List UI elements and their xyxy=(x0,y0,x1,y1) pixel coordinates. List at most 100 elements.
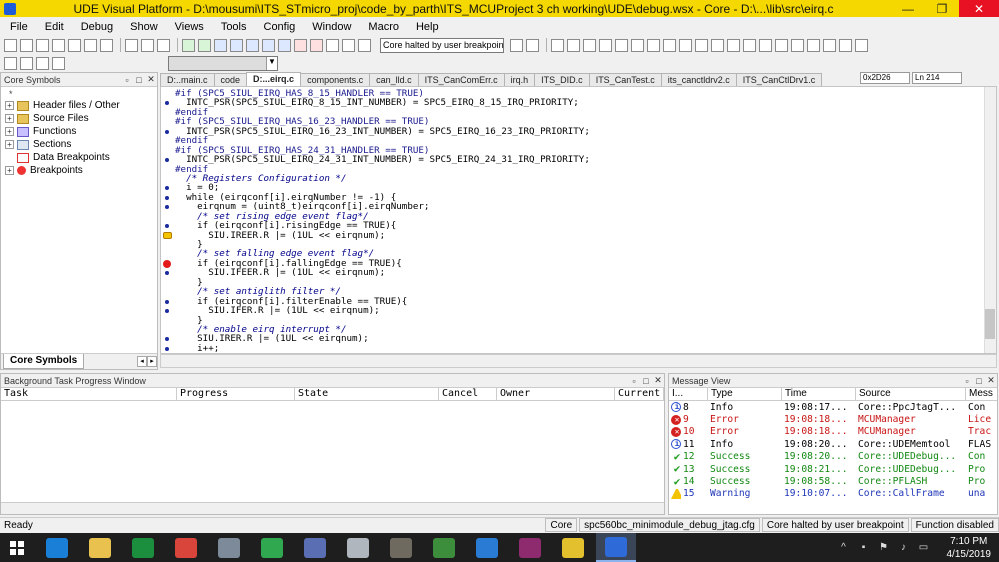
menu-tools[interactable]: Tools xyxy=(211,21,254,33)
table-view-icon[interactable] xyxy=(775,38,788,52)
new-file-icon[interactable] xyxy=(4,38,17,52)
taskbar-app-9[interactable] xyxy=(381,533,421,562)
editor-tab[interactable]: its_canctldrv2.c xyxy=(660,73,737,86)
step-line-icon[interactable] xyxy=(278,38,291,52)
code-line[interactable]: INTC_PSR(SPC5_SIUL_EIRQ_8_15_INT_NUMBER)… xyxy=(165,98,984,108)
tab-core-symbols[interactable]: Core Symbols xyxy=(3,354,85,369)
volume-icon[interactable]: ♪ xyxy=(897,542,911,554)
panel-float-icon[interactable]: □ xyxy=(640,376,652,386)
code-line[interactable]: SIU.IFEER.R |= (1UL << eirqnum); xyxy=(165,268,984,278)
taskbar-app-11[interactable] xyxy=(467,533,507,562)
script-icon[interactable] xyxy=(4,56,17,70)
connect-icon[interactable] xyxy=(342,38,355,52)
line-field[interactable]: Ln 214 xyxy=(912,72,962,84)
clock[interactable]: 7:10 PM 4/15/2019 xyxy=(947,535,992,561)
tree-item-breakpoints[interactable]: + Breakpoints xyxy=(1,164,157,177)
tree-root[interactable]: * xyxy=(1,87,157,99)
profiling-view-icon[interactable] xyxy=(679,38,692,52)
step-back-icon[interactable] xyxy=(262,38,275,52)
taskbar-app-6[interactable] xyxy=(252,533,292,562)
map-view-icon[interactable] xyxy=(791,38,804,52)
message-row[interactable]: i 8 Info 19:08:17... Core::PpcJtagT... Con xyxy=(669,401,997,413)
tools-view-icon[interactable] xyxy=(823,38,836,52)
executable-line-icon[interactable] xyxy=(165,299,169,304)
taskbar-app-5[interactable] xyxy=(209,533,249,562)
menu-show[interactable]: Show xyxy=(120,21,165,33)
tree-item-sections[interactable]: + Sections xyxy=(1,138,157,151)
expand-icon[interactable]: + xyxy=(5,127,14,136)
editor-horizontal-scrollbar[interactable] xyxy=(160,354,997,368)
code-line[interactable]: SIU.IRER.R |= (1UL << eirqnum); xyxy=(165,334,984,344)
tree-item-source-files[interactable]: + Source Files xyxy=(1,112,157,125)
task-horizontal-scrollbar[interactable] xyxy=(1,502,664,514)
register-view-icon[interactable] xyxy=(551,38,564,52)
column-header[interactable]: Time xyxy=(782,387,856,401)
current-line-arrow-icon[interactable] xyxy=(163,231,172,239)
column-header[interactable]: Mess xyxy=(966,388,997,401)
core-status-icon[interactable] xyxy=(510,38,523,52)
taskbar-ude[interactable] xyxy=(596,533,636,562)
editor-tab[interactable]: can_lld.c xyxy=(369,73,419,86)
chevron-left-icon[interactable]: ◂ xyxy=(137,356,147,367)
run-icon[interactable] xyxy=(182,38,195,52)
column-header[interactable]: State xyxy=(295,388,439,400)
executable-line-icon[interactable] xyxy=(165,195,169,200)
peripheral-view-icon[interactable] xyxy=(631,38,644,52)
panel-close-icon[interactable]: ✕ xyxy=(652,375,664,386)
tray-up-arrow-icon[interactable]: ^ xyxy=(837,542,851,554)
taskbar-calculator[interactable] xyxy=(295,533,335,562)
panel-float-icon[interactable]: □ xyxy=(133,75,145,85)
column-header[interactable]: Progress xyxy=(177,388,295,400)
editor-tab[interactable]: code xyxy=(213,73,248,86)
column-header[interactable]: Owner xyxy=(497,388,615,400)
taskbar-store[interactable] xyxy=(123,533,163,562)
column-header[interactable]: Cancel xyxy=(439,388,497,400)
taskbar-internet-explorer[interactable] xyxy=(37,533,77,562)
address-field[interactable]: 0x2D26 xyxy=(860,72,910,84)
panel-restore-icon[interactable]: ▫ xyxy=(628,376,640,386)
print-icon[interactable] xyxy=(84,38,97,52)
menu-macro[interactable]: Macro xyxy=(358,21,406,33)
message-row[interactable]: ✕ 9 Error 19:08:18... MCUManager Lice xyxy=(669,413,997,425)
disconnect-icon[interactable] xyxy=(358,38,371,52)
executable-line-icon[interactable] xyxy=(165,346,169,351)
taskbar-winrar[interactable] xyxy=(510,533,550,562)
code-line[interactable]: i++; xyxy=(165,344,984,353)
taskbar-file-explorer[interactable] xyxy=(80,533,120,562)
editor-tab-active[interactable]: D:...eirq.c xyxy=(246,72,302,86)
column-header[interactable]: Type xyxy=(708,387,782,401)
editor-tab[interactable]: irq.h xyxy=(503,73,536,86)
step-over-icon[interactable] xyxy=(230,38,243,52)
taskbar-chrome[interactable] xyxy=(166,533,206,562)
column-header[interactable]: Current xyxy=(615,388,664,400)
flash-view-icon[interactable] xyxy=(711,38,724,52)
macro-record-icon[interactable] xyxy=(20,56,33,70)
print-preview-icon[interactable] xyxy=(100,38,113,52)
code-line[interactable]: INTC_PSR(SPC5_SIUL_EIRQ_24_31_INT_NUMBER… xyxy=(165,155,984,164)
editor-gutter[interactable] xyxy=(161,87,175,353)
menu-help[interactable]: Help xyxy=(406,21,446,33)
code-line[interactable]: /* Registers Configuration */ xyxy=(175,174,984,183)
trace-view-icon[interactable] xyxy=(663,38,676,52)
open-folder-icon[interactable] xyxy=(20,38,33,52)
locals-view-icon[interactable] xyxy=(599,38,612,52)
panel-close-icon[interactable]: ✕ xyxy=(145,74,157,85)
step-into-icon[interactable] xyxy=(214,38,227,52)
callstack-view-icon[interactable] xyxy=(615,38,628,52)
global-view-icon[interactable] xyxy=(743,38,756,52)
flag-icon[interactable]: ⚑ xyxy=(877,542,891,554)
message-row[interactable]: ✕ 10 Error 19:08:18... MCUManager Trac xyxy=(669,426,997,438)
expand-icon[interactable]: + xyxy=(5,166,14,175)
source-editor[interactable]: #if (SPC5_SIUL_EIRQ_HAS_8_15_HANDLER == … xyxy=(160,86,997,354)
code-line[interactable]: SIU.IFER.R |= (1UL << eirqnum); xyxy=(165,306,984,315)
close-button[interactable]: ✕ xyxy=(959,0,999,17)
menu-window[interactable]: Window xyxy=(302,21,358,33)
expand-icon[interactable]: + xyxy=(5,101,14,110)
taskbar-help[interactable] xyxy=(553,533,593,562)
bars-view-icon[interactable] xyxy=(759,38,772,52)
open-project-icon[interactable] xyxy=(52,38,65,52)
layout-view-icon[interactable] xyxy=(855,38,868,52)
expand-icon[interactable]: + xyxy=(5,114,14,123)
graph-view-icon[interactable] xyxy=(695,38,708,52)
macro-stop-icon[interactable] xyxy=(52,56,65,70)
